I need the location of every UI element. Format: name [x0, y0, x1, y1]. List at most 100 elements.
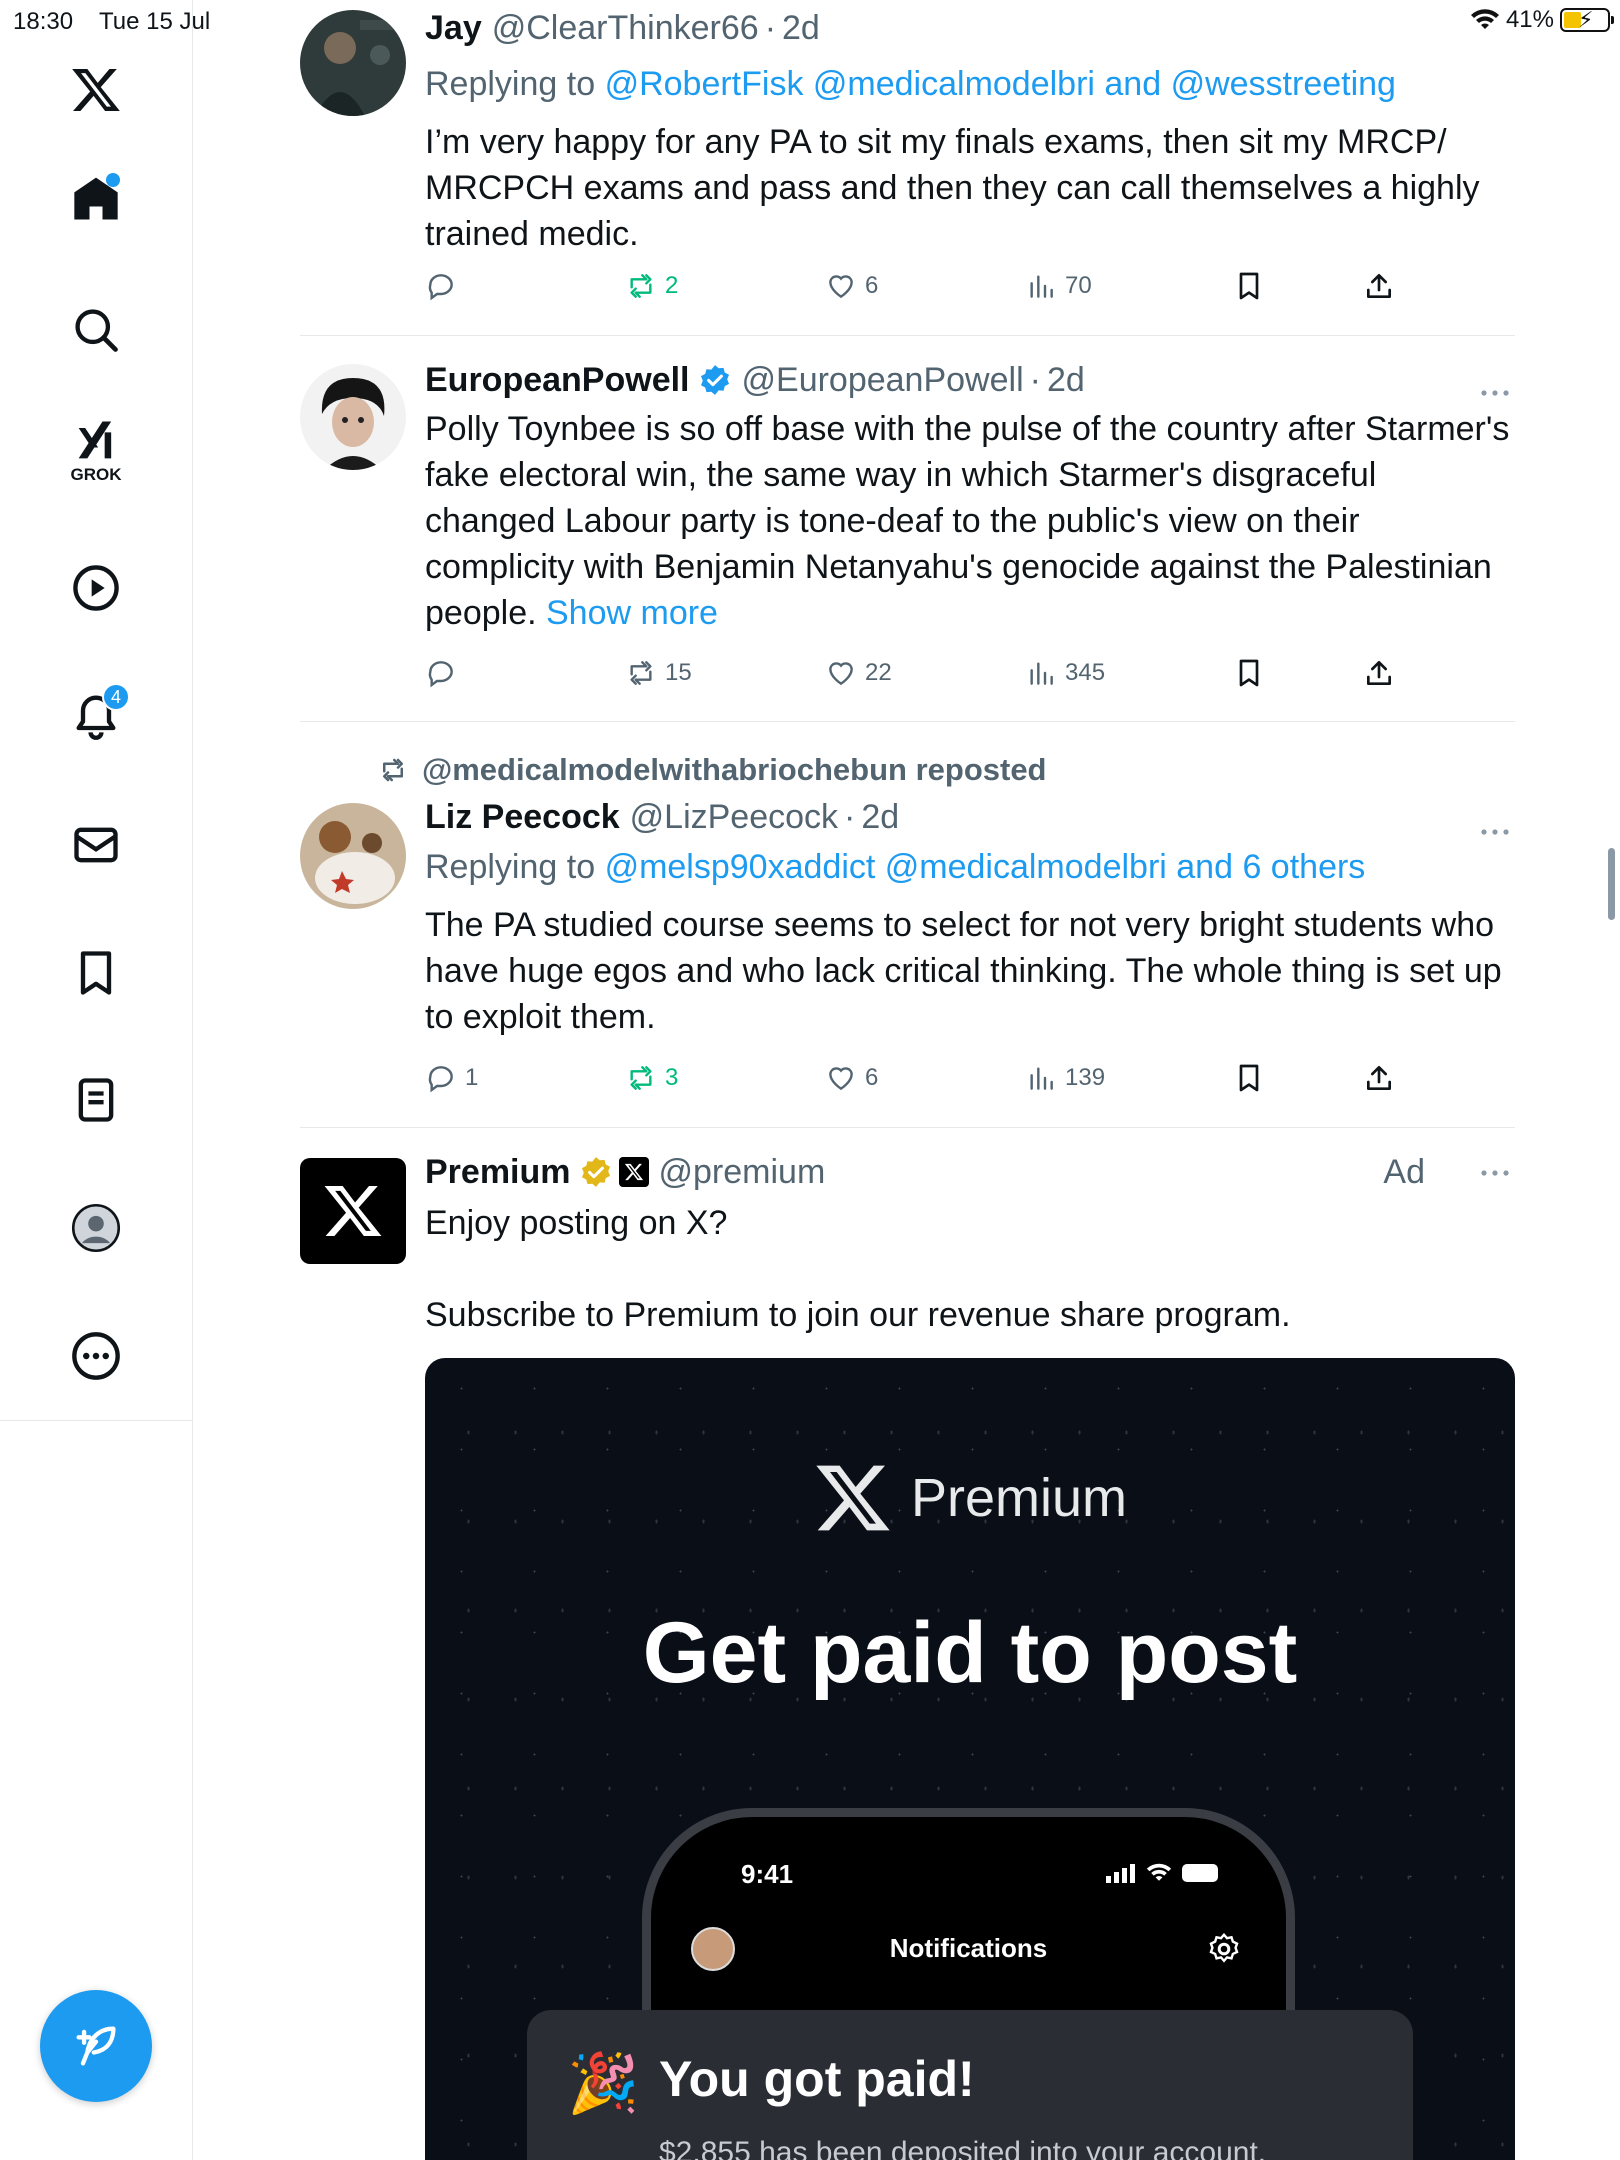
search-icon[interactable] [56, 290, 136, 370]
reply-button[interactable] [425, 653, 465, 693]
x-logo-icon[interactable] [56, 50, 136, 130]
reply-bubble-icon [428, 1066, 453, 1093]
views-button[interactable]: 70 [1025, 266, 1092, 306]
grok-label: GROK [70, 465, 122, 484]
replying-to-mentions[interactable]: @RobertFisk @medicalmodelbri and @wesstr… [605, 65, 1396, 103]
profile-avatar-icon[interactable] [56, 1188, 136, 1268]
premium-avatar[interactable] [300, 1158, 406, 1264]
tweet-time[interactable]: 2d [1047, 358, 1085, 402]
like-button[interactable]: 6 [825, 266, 878, 306]
bookmarks-icon[interactable] [56, 933, 136, 1013]
card-brand: Premium [425, 1458, 1515, 1538]
notif-title: You got paid! [659, 2051, 975, 2107]
repost-icon [383, 758, 403, 782]
phone-time: 9:41 [741, 1859, 794, 1889]
sidebar-divider [0, 1420, 193, 1421]
repost-icon [630, 661, 652, 685]
phone-title: Notifications [889, 1933, 1048, 1963]
tweet-time[interactable]: 2d [861, 795, 899, 839]
bookmark-icon [1239, 272, 1259, 300]
author-handle[interactable]: @premium [659, 1150, 826, 1194]
views-chart-icon [1030, 275, 1053, 298]
battery-icon: ⚡ [1560, 7, 1614, 32]
tweet-time[interactable]: 2d [782, 6, 820, 50]
views-button[interactable]: 345 [1025, 653, 1105, 693]
reply-bubble-icon [428, 661, 453, 688]
reply-button[interactable]: 1 [425, 1058, 478, 1098]
share-button[interactable] [1363, 653, 1395, 693]
like-button[interactable]: 22 [825, 653, 892, 693]
share-button[interactable] [1363, 266, 1395, 306]
ad-label: Ad [1383, 1153, 1425, 1191]
author-name[interactable]: Jay [425, 6, 482, 50]
card-brand-label: Premium [910, 1468, 1128, 1528]
bookmark-button[interactable] [1233, 266, 1265, 306]
tweet-actions: 1 3 6 139 [425, 1058, 1515, 1098]
repost-icon [630, 1066, 652, 1090]
repost-button[interactable]: 3 [625, 1058, 678, 1098]
phone-status-icons [1106, 1863, 1218, 1883]
tweet-jay[interactable]: Jay @ClearThinker66 · 2d Replying to @Ro… [300, 0, 1515, 336]
repost-button[interactable]: 15 [625, 653, 692, 693]
home-unread-dot [106, 173, 120, 187]
scrollbar-thumb[interactable] [1608, 848, 1615, 920]
premium-ad-card[interactable]: Premium Get paid to post 9:41 Notificati… [425, 1358, 1515, 2160]
ad-line-1: Enjoy posting on X? [425, 1204, 728, 1242]
grok-icon[interactable]: GROK [56, 410, 136, 490]
avatar[interactable] [300, 803, 406, 909]
lists-icon[interactable] [56, 1060, 136, 1140]
gold-verified-badge-icon [581, 1157, 610, 1187]
show-more-link[interactable]: Show more [546, 594, 718, 632]
author-name[interactable]: Premium [425, 1150, 571, 1194]
author-handle[interactable]: @LizPeecock [630, 795, 838, 839]
heart-icon [829, 1067, 853, 1091]
home-icon[interactable] [56, 160, 136, 240]
x-logo-icon [816, 1465, 890, 1531]
tweet-more-icon[interactable] [1475, 378, 1515, 408]
replying-prefix: Replying to [425, 65, 596, 103]
share-button[interactable] [1363, 1058, 1395, 1098]
tweet-more-icon[interactable] [1475, 817, 1515, 847]
bookmark-button[interactable] [1233, 653, 1265, 693]
notifications-bell-icon[interactable]: 4 [56, 675, 136, 755]
tweet-actions: 15 22 345 [425, 653, 1515, 693]
bookmark-icon [1239, 659, 1259, 687]
like-button[interactable]: 6 [825, 1058, 878, 1098]
author-handle[interactable]: @ClearThinker66 [492, 6, 759, 50]
tweet-actions: 2 6 70 [425, 266, 1515, 306]
author-handle[interactable]: @EuropeanPowell [742, 358, 1024, 402]
verified-badge-icon [700, 365, 729, 395]
replying-to-mentions[interactable]: @melsp90xaddict @medicalmodelbri and 6 o… [605, 848, 1366, 886]
reposted-by-text[interactable]: @medicalmodelwithabriochebun reposted [422, 752, 1047, 788]
bookmark-button[interactable] [1233, 1058, 1265, 1098]
tweet-more-icon[interactable] [1475, 1158, 1515, 1188]
more-options-icon[interactable] [56, 1316, 136, 1396]
repost-button[interactable]: 2 [625, 266, 678, 306]
tweet-body: Polly Toynbee is so off base with the pu… [425, 406, 1515, 636]
battery-icon [1182, 1864, 1218, 1882]
author-name[interactable]: Liz Peecock [425, 795, 620, 839]
affiliate-x-badge-icon [618, 1157, 649, 1187]
reply-bubble-icon [428, 274, 453, 301]
bookmark-icon [1239, 1064, 1259, 1092]
compose-feather-icon [76, 2026, 116, 2066]
avatar[interactable] [300, 364, 406, 470]
views-button[interactable]: 139 [1025, 1058, 1105, 1098]
tweet-europeanpowell[interactable]: EuropeanPowell @EuropeanPowell · 2d Poll… [300, 336, 1515, 722]
payout-notification: 🎉 You got paid! $2,855 has been deposite… [527, 2010, 1413, 2160]
compose-post-button[interactable] [40, 1990, 152, 2102]
reply-button[interactable] [425, 266, 465, 306]
avatar[interactable] [300, 10, 406, 116]
tweet-lizpeecock[interactable]: @medicalmodelwithabriochebun reposted Li… [300, 722, 1515, 1128]
replying-prefix: Replying to [425, 848, 596, 886]
video-icon[interactable] [56, 548, 136, 628]
repost-icon [630, 274, 652, 298]
wifi-icon [1146, 1863, 1172, 1881]
messages-envelope-icon[interactable] [56, 805, 136, 885]
sidebar: GROK 4 [0, 0, 193, 2160]
card-headline: Get paid to post [642, 1605, 1298, 1701]
views-chart-icon [1030, 1067, 1053, 1090]
views-chart-icon [1030, 662, 1053, 685]
notif-body: $2,855 has been deposited into your acco… [659, 2136, 1267, 2160]
author-name[interactable]: EuropeanPowell [425, 358, 690, 402]
